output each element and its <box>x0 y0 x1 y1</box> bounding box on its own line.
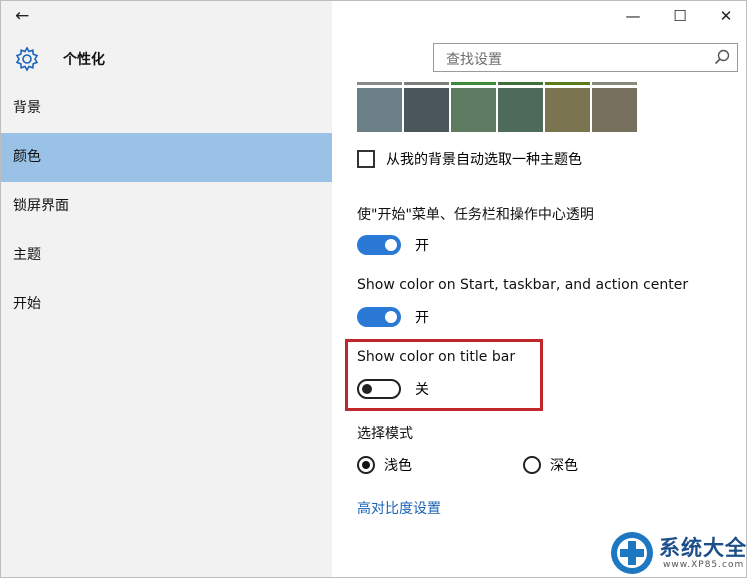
transparency-label: 使"开始"菜单、任务栏和操作中心透明 <box>357 207 594 223</box>
sidebar-nav: 背景 颜色 锁屏界面 主题 开始 <box>1 84 332 329</box>
show-color-titlebar-state: 关 <box>415 382 429 398</box>
sidebar-item-start[interactable]: 开始 <box>1 280 332 329</box>
back-arrow-icon: ← <box>15 6 30 26</box>
color-swatch[interactable] <box>592 88 637 132</box>
show-color-titlebar-label: Show color on title bar <box>357 349 516 365</box>
toggle-knob <box>385 239 397 251</box>
swatch-edge <box>404 82 449 85</box>
color-swatch[interactable] <box>498 88 543 132</box>
gear-icon <box>15 46 39 72</box>
sidebar-item-lock-screen[interactable]: 锁屏界面 <box>1 182 332 231</box>
show-color-start-label: Show color on Start, taskbar, and action… <box>357 277 689 293</box>
show-color-start-row: 开 <box>357 307 429 327</box>
watermark-logo-icon <box>611 532 653 574</box>
swatch-edge <box>357 82 402 85</box>
watermark-subtitle: www.XP85.com <box>663 560 745 570</box>
minimize-button[interactable]: — <box>613 1 653 31</box>
color-swatch[interactable] <box>451 88 496 132</box>
show-color-start-toggle[interactable] <box>357 307 401 327</box>
search-icon <box>714 49 730 65</box>
sidebar-item-background[interactable]: 背景 <box>1 84 332 133</box>
mode-label: 选择模式 <box>357 426 413 442</box>
swatch-edge <box>498 82 543 85</box>
left-pane: ← 个性化 背景 颜色 锁屏界面 主题 开始 <box>1 1 332 577</box>
show-color-titlebar-row: 关 <box>357 379 429 399</box>
mode-option-light[interactable]: 浅色 <box>357 455 412 475</box>
mode-option-dark[interactable]: 深色 <box>523 455 578 475</box>
sidebar-item-themes[interactable]: 主题 <box>1 231 332 280</box>
search-input[interactable]: 查找设置 <box>433 43 738 72</box>
transparency-row: 开 <box>357 235 429 255</box>
settings-window: ← 个性化 背景 颜色 锁屏界面 主题 开始 — ☐ ✕ 查找设置 从我的背景自… <box>0 0 747 578</box>
color-swatch[interactable] <box>357 88 402 132</box>
transparency-toggle[interactable] <box>357 235 401 255</box>
sidebar-item-colors[interactable]: 颜色 <box>1 133 332 182</box>
light-radio[interactable] <box>357 456 375 474</box>
watermark-title: 系统大全 <box>659 536 747 560</box>
swatch-edge <box>592 82 637 85</box>
back-button[interactable]: ← <box>15 7 37 25</box>
page-title: 个性化 <box>63 52 105 68</box>
swatch-edge <box>451 82 496 85</box>
swatch-edge <box>545 82 590 85</box>
search-placeholder: 查找设置 <box>446 52 502 68</box>
minimize-icon: — <box>625 7 641 25</box>
dark-radio[interactable] <box>523 456 541 474</box>
color-swatch[interactable] <box>404 88 449 132</box>
color-swatch-row <box>357 88 637 132</box>
watermark: 系统大全 www.XP85.com <box>601 524 747 577</box>
close-button[interactable]: ✕ <box>706 1 746 31</box>
toggle-knob <box>385 311 397 323</box>
color-swatch[interactable] <box>545 88 590 132</box>
auto-accent-label: 从我的背景自动选取一种主题色 <box>386 152 582 168</box>
maximize-icon: ☐ <box>673 7 687 25</box>
swatch-edge-row <box>357 82 637 85</box>
high-contrast-link[interactable]: 高对比度设置 <box>357 498 441 518</box>
show-color-start-state: 开 <box>415 310 429 326</box>
transparency-state: 开 <box>415 238 429 254</box>
app-header: 个性化 <box>13 43 105 75</box>
maximize-button[interactable]: ☐ <box>660 1 700 31</box>
auto-accent-checkbox[interactable] <box>357 150 375 168</box>
close-icon: ✕ <box>719 7 733 25</box>
show-color-titlebar-toggle[interactable] <box>357 379 401 399</box>
auto-accent-row: 从我的背景自动选取一种主题色 <box>357 149 582 169</box>
toggle-knob <box>362 384 372 394</box>
dark-label: 深色 <box>550 458 578 474</box>
light-label: 浅色 <box>384 458 412 474</box>
